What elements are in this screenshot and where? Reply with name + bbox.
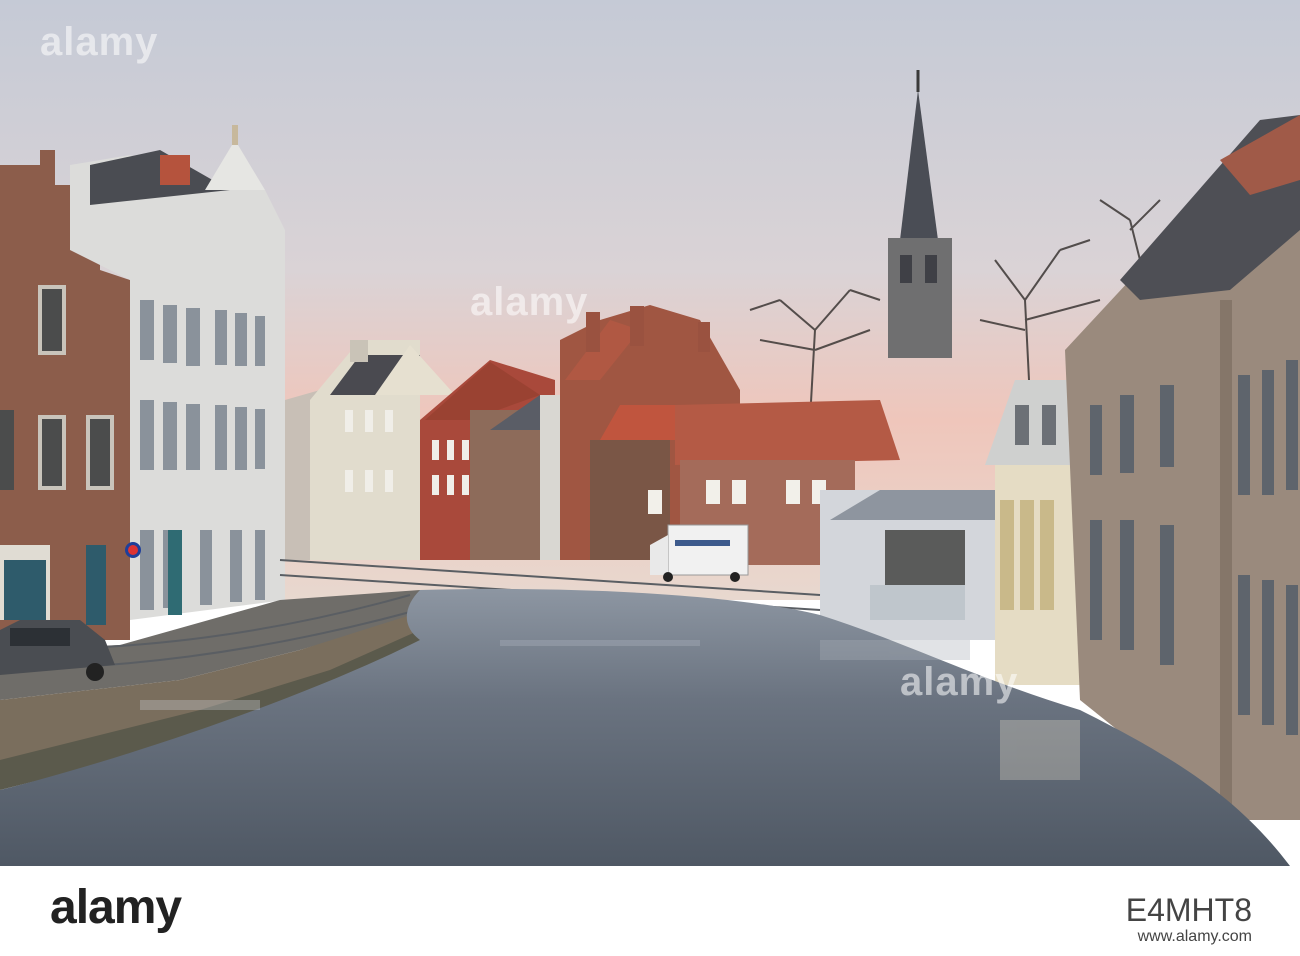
brand-logo: alamy: [50, 881, 182, 934]
image-code: E4MHT8: [1125, 892, 1252, 928]
site-url[interactable]: www.alamy.com: [1138, 928, 1252, 946]
footer-bar: alamy E4MHT8 www.alamy.com: [0, 866, 1300, 956]
right-grey-block: [820, 490, 995, 640]
right-cream-house: [985, 380, 1080, 685]
photo-canal-scene: [0, 0, 1300, 866]
